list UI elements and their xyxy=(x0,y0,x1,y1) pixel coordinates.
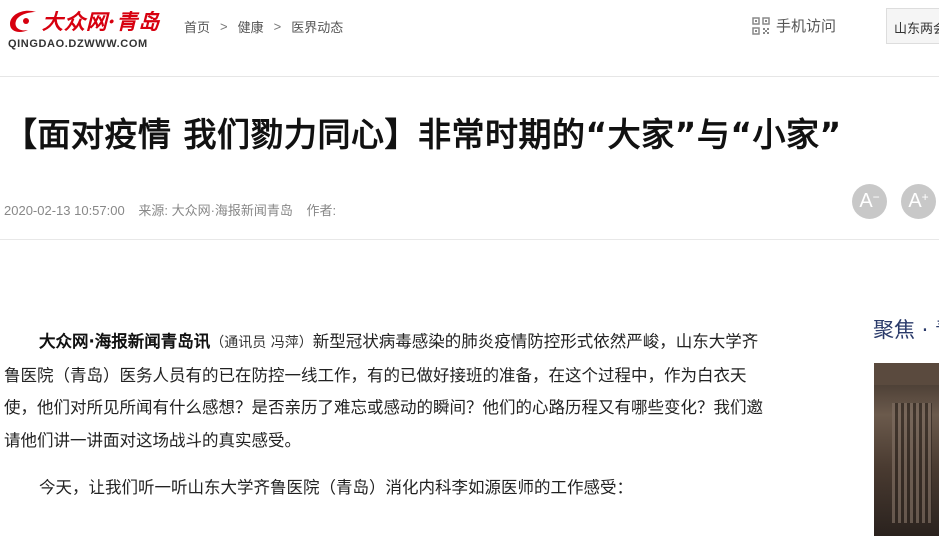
article-title: 【面对疫情 我们勠力同心】非常时期的“大家”与“小家” xyxy=(4,115,842,154)
article-meta: 2020-02-13 10:57:00 来源: 大众网·海报新闻青岛 作者: xyxy=(4,200,346,219)
image-header-bar xyxy=(874,363,939,385)
article-author: 作者: xyxy=(306,203,337,218)
font-increase-icon: A xyxy=(908,190,922,212)
paragraph-text: 今天，让我们听一听山东大学齐鲁医院（青岛）消化内科李如源医师的工作感受： xyxy=(39,478,633,497)
article-paragraph: 大众网·海报新闻青岛讯（通讯员 冯萍）新型冠状病毒感染的肺炎疫情防控形式依然严峻… xyxy=(4,326,766,457)
breadcrumb-home[interactable]: 首页 xyxy=(184,17,210,36)
article-dateline: 大众网·海报新闻青岛讯 xyxy=(39,332,211,351)
font-decrease-button[interactable]: A − xyxy=(852,184,887,219)
breadcrumb: 首页 > 健康 > 医界动态 xyxy=(184,17,343,36)
publish-datetime: 2020-02-13 10:57:00 xyxy=(4,203,125,218)
mobile-access-label: 手机访问 xyxy=(776,18,837,35)
logo-swoosh-icon xyxy=(10,10,36,32)
breadcrumb-medical-news[interactable]: 医界动态 xyxy=(291,17,343,36)
site-logo[interactable]: 大众网·青岛 QINGDAO.DZWWW.COM xyxy=(6,6,166,54)
breadcrumb-health[interactable]: 健康 xyxy=(238,17,264,36)
logo-text: 大众网·青岛 xyxy=(42,9,161,34)
article-source: 来源: 大众网·海报新闻青岛 xyxy=(138,203,293,218)
logo-subtitle: QINGDAO.DZWWW.COM xyxy=(8,38,148,50)
article-body: 大众网·海报新闻青岛讯（通讯员 冯萍）新型冠状病毒感染的肺炎疫情防控形式依然严峻… xyxy=(4,326,766,520)
breadcrumb-separator: > xyxy=(220,19,228,34)
image-detail xyxy=(892,403,932,523)
minus-sign-icon: − xyxy=(872,189,880,204)
font-increase-button[interactable]: A + xyxy=(901,184,936,219)
top-header: 大众网·青岛 QINGDAO.DZWWW.COM 首页 > 健康 > 医界动态 … xyxy=(0,0,939,77)
qr-code-icon xyxy=(752,16,770,35)
font-decrease-icon: A xyxy=(859,190,873,212)
sidebar-focus-title: 聚焦 · 青 xyxy=(873,318,939,342)
plus-sign-icon: + xyxy=(921,189,929,204)
breadcrumb-separator: > xyxy=(273,19,282,34)
topic-link-box[interactable]: 山东两会 xyxy=(886,8,939,44)
header-divider xyxy=(0,239,939,240)
article-paragraph: 今天，让我们听一听山东大学齐鲁医院（青岛）消化内科李如源医师的工作感受： xyxy=(4,472,766,505)
article-reporter: （通讯员 冯萍） xyxy=(210,335,313,351)
logo-mark: 大众网·青岛 xyxy=(6,6,160,36)
mobile-access-link[interactable]: 手机访问 xyxy=(752,15,836,36)
sidebar-focus-image[interactable] xyxy=(874,363,939,536)
